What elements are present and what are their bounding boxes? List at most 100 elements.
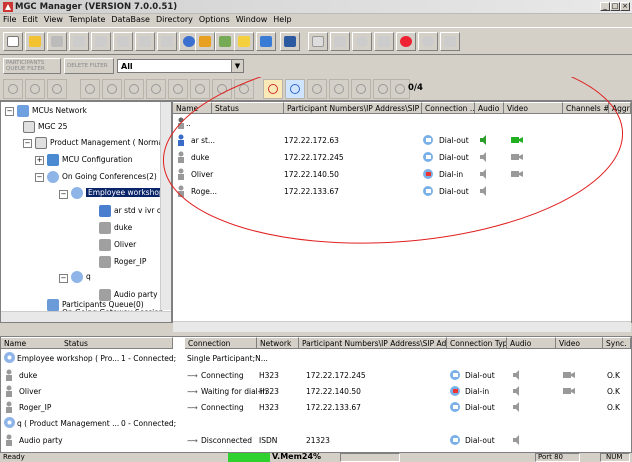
col-channels[interactable]: Channels # <box>563 102 609 114</box>
layout-button[interactable] <box>280 32 300 51</box>
menu-directory[interactable]: Directory <box>153 14 196 24</box>
power-button[interactable] <box>352 32 372 51</box>
wizard-button[interactable] <box>195 32 215 51</box>
tool-14-button[interactable] <box>307 79 327 99</box>
minimize-button[interactable]: _ <box>600 2 610 11</box>
tool-1-button[interactable] <box>3 79 23 99</box>
copy-button[interactable] <box>91 32 111 51</box>
title-bar[interactable]: MGC Manager (VERSION 7.0.0.51) _ □ × <box>0 0 632 14</box>
table-row[interactable]: Oliver 172.22.140.50 Dial-in <box>173 166 631 183</box>
settings-button[interactable] <box>215 32 235 51</box>
table-row[interactable]: q ( Product Management ... 0 - Connected… <box>1 415 631 431</box>
table-row[interactable]: Employee workshop ( Pro... 1 - Connected… <box>1 350 631 366</box>
paste-button[interactable] <box>113 32 133 51</box>
tool-5-button[interactable] <box>102 79 122 99</box>
bcol-network[interactable]: Network <box>257 337 299 349</box>
tool-11-button[interactable] <box>234 79 254 99</box>
close-button[interactable]: × <box>620 2 630 11</box>
table-row[interactable]: Roge... 172.22.133.67 Dial-out <box>173 183 631 200</box>
tree-item-employee-workshop[interactable]: Employee workshop <box>71 186 166 200</box>
bcol-connection[interactable]: Connection <box>185 337 257 349</box>
table-row-parent[interactable]: .. <box>173 115 631 132</box>
table-row[interactable]: Audio party ⟿ Disconnected ISDN 21323 Di… <box>1 432 631 448</box>
table-row[interactable]: Oliver ⟿ Waiting for dial-in H323 172.22… <box>1 383 631 399</box>
bcol-audio[interactable]: Audio <box>507 337 556 349</box>
collapse-toggle[interactable]: − <box>35 173 44 182</box>
col-connection[interactable]: Connection ... <box>422 102 475 114</box>
collapse-toggle[interactable]: − <box>23 139 32 148</box>
grid-horizontal-scrollbar[interactable] <box>173 321 631 332</box>
tool-8-button[interactable] <box>168 79 188 99</box>
table-row[interactable]: Roger_IP ⟿ Connecting H323 172.22.133.67… <box>1 399 631 415</box>
open-button[interactable] <box>25 32 45 51</box>
properties-button[interactable] <box>135 32 155 51</box>
menu-database[interactable]: DataBase <box>108 14 153 24</box>
view-button[interactable] <box>256 32 276 51</box>
tool-16-button[interactable] <box>351 79 371 99</box>
tree-item-mcus-network[interactable]: MCUs Network <box>17 104 87 118</box>
tool-2-button[interactable] <box>25 79 45 99</box>
save-button[interactable] <box>47 32 67 51</box>
col-ip[interactable]: Participant Numbers\IP Address\SIP Addre… <box>284 102 422 114</box>
tool-4-button[interactable] <box>80 79 100 99</box>
tree-item-participant[interactable]: ar std v ivr o <box>99 204 161 218</box>
delete-filter-button[interactable]: DELETE FILTER <box>64 58 114 74</box>
menu-file[interactable]: File <box>0 14 19 24</box>
cut-button[interactable] <box>69 32 89 51</box>
new-button[interactable] <box>3 32 23 51</box>
col-audio[interactable]: Audio <box>475 102 504 114</box>
bcol-connection-type[interactable]: Connection Type <box>447 337 507 349</box>
menu-view[interactable]: View <box>41 14 66 24</box>
add-participant-button[interactable] <box>263 79 283 99</box>
alert-button[interactable] <box>234 32 254 51</box>
tree-horizontal-scrollbar[interactable] <box>1 311 171 322</box>
tool-9-button[interactable] <box>190 79 210 99</box>
tree-item-conference-q[interactable]: q <box>71 270 91 284</box>
tree-item-mcu-configuration[interactable]: MCU Configuration <box>47 153 132 167</box>
col-name[interactable]: Name <box>173 102 212 114</box>
table-row[interactable]: ar st... 172.22.172.63 Dial-out <box>173 132 631 149</box>
tool-3-button[interactable] <box>47 79 67 99</box>
collapse-toggle[interactable]: − <box>5 107 14 116</box>
table-row[interactable]: duke 172.22.172.245 Dial-out <box>173 149 631 166</box>
menu-options[interactable]: Options <box>196 14 233 24</box>
menu-help[interactable]: Help <box>270 14 294 24</box>
collapse-toggle[interactable]: − <box>59 190 68 199</box>
record-button[interactable] <box>418 32 438 51</box>
col-status[interactable]: Status <box>212 102 284 114</box>
tree-item-participant[interactable]: Roger_IP <box>99 255 146 269</box>
print-button[interactable] <box>157 32 177 51</box>
bcol-ip[interactable]: Participant Numbers\IP Address\SIP Addre… <box>299 337 447 349</box>
tree-item-participants-queue[interactable]: Participants Queue(0) <box>47 298 144 312</box>
maximize-button[interactable]: □ <box>610 2 620 11</box>
menu-window[interactable]: Window <box>233 14 271 24</box>
lock-button[interactable] <box>374 32 394 51</box>
tool-10-button[interactable] <box>212 79 232 99</box>
participants-queue-filter-button[interactable]: PARTICIPANTS QUEUE FILTER <box>3 58 61 74</box>
table-row[interactable]: duke ⟿ Connecting H323 172.22.172.245 Di… <box>1 367 631 383</box>
monitor-button[interactable] <box>396 32 416 51</box>
tree-item-product-management[interactable]: Product Management ( Norma <box>35 136 163 150</box>
tool-6-button[interactable] <box>124 79 144 99</box>
bcol-sync[interactable]: Sync. <box>603 337 631 349</box>
col-video[interactable]: Video <box>504 102 563 114</box>
collapse-toggle[interactable]: − <box>59 274 68 283</box>
tree-vertical-scrollbar[interactable] <box>160 102 171 310</box>
menu-edit[interactable]: Edit <box>19 14 41 24</box>
chevron-down-icon[interactable]: ▼ <box>231 60 243 72</box>
col-aggregation[interactable]: Aggregation <box>609 102 631 114</box>
filter-select[interactable]: All ▼ <box>117 59 244 73</box>
bcol-status[interactable]: Status <box>61 337 173 349</box>
tree-item-participant[interactable]: Oliver <box>99 238 136 252</box>
expand-toggle[interactable]: + <box>35 156 44 165</box>
tool-7-button[interactable] <box>146 79 166 99</box>
tree-item-mgc25[interactable]: MGC 25 <box>23 120 67 134</box>
bcol-video[interactable]: Video <box>556 337 603 349</box>
participant-list-button[interactable] <box>285 79 305 99</box>
stop-button[interactable] <box>440 32 460 51</box>
tree-item-participant[interactable]: duke <box>99 221 132 235</box>
tool-15-button[interactable] <box>329 79 349 99</box>
schedule-button[interactable] <box>308 32 328 51</box>
delete-button[interactable] <box>330 32 350 51</box>
menu-template[interactable]: Template <box>66 14 109 24</box>
